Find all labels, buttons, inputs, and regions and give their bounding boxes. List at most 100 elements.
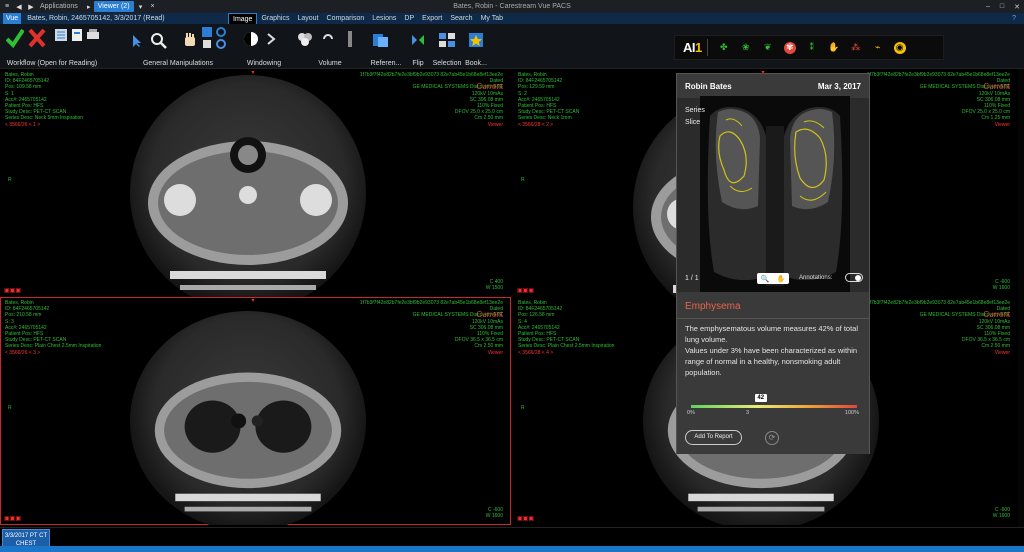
maximize-icon[interactable]: □ <box>1000 3 1004 11</box>
menu-layout[interactable]: Layout <box>293 13 322 24</box>
refresh-icon[interactable]: ⟳ <box>765 431 779 445</box>
ai-settings-icon[interactable]: ◉ <box>893 41 906 54</box>
study-date-label: 3/3/2017 PT CT <box>4 533 48 539</box>
lung-nodule-icon[interactable]: ✤ <box>718 42 730 54</box>
image-tools: 🔍 ✋ <box>757 273 789 284</box>
lung-emphysema-icon[interactable]: ✾ <box>783 41 796 54</box>
figure-icon[interactable] <box>342 30 358 48</box>
scroll-icon[interactable] <box>202 27 212 37</box>
current-label: Current <box>476 82 503 91</box>
tab-dropdown-icon[interactable]: ▾ <box>136 1 146 12</box>
overlay-r1: 1f7b3f7f42e82b7fe2e3bf9b2e93073 82e7ab45… <box>866 72 1010 78</box>
window-preset-icon[interactable] <box>266 32 276 46</box>
vue-menu[interactable]: Vue <box>3 13 22 24</box>
window-values: C 400 W 1500 <box>486 279 503 291</box>
pane-top-handle[interactable]: ▾ <box>252 69 255 76</box>
help-icon[interactable]: ? <box>1012 15 1016 22</box>
window-values: C -600 W 1600 <box>993 279 1010 291</box>
stack-icon[interactable] <box>202 39 212 49</box>
back-icon[interactable]: ◀ <box>14 1 24 12</box>
add-to-report-button[interactable]: Add To Report <box>685 430 742 445</box>
bone-icon[interactable]: ⌁ <box>872 42 884 54</box>
window-level-icon[interactable] <box>242 30 260 48</box>
tab-close-icon[interactable]: × <box>148 1 158 12</box>
app-menu-icon[interactable]: ≡ <box>2 1 12 12</box>
finding-card: Emphysema The emphysematous volume measu… <box>677 292 869 454</box>
brain-icon[interactable]: ❀ <box>740 42 752 54</box>
pane-tool-icons[interactable]: ▣▣▣ <box>4 515 21 522</box>
ribbon-label-workflow: Workflow (Open for Reading) <box>6 60 98 67</box>
liver-icon[interactable]: ❦ <box>762 42 774 54</box>
menu-dp[interactable]: DP <box>400 13 418 24</box>
overlay-viewer-label: Viewer <box>994 121 1010 128</box>
menu-my-tab[interactable]: My Tab <box>477 13 507 24</box>
annotations-toggle[interactable] <box>845 273 863 282</box>
spine-icon[interactable]: ⁑ <box>806 42 818 54</box>
overlay-series-nav[interactable]: < 3566/28 < 4 > <box>518 350 614 356</box>
reference-icon[interactable] <box>372 32 390 48</box>
report-icon[interactable] <box>70 28 84 42</box>
pane-tool-icons[interactable]: ▣▣▣ <box>517 515 534 522</box>
window-center: C -600 <box>487 506 503 513</box>
overlay-right: 1f7b3f7f42e82b7fe2e3bf9b2e93073 82e7ab45… <box>867 300 1010 356</box>
applications-arrow-icon[interactable]: ▸ <box>84 1 94 12</box>
overlay-series-nav[interactable]: < 3566/26 < 3 > <box>5 350 101 356</box>
overlay-series-nav[interactable]: < 3566/26 < 1 > <box>5 122 83 128</box>
print-icon[interactable] <box>86 28 100 42</box>
minimize-icon[interactable]: – <box>986 3 990 11</box>
popup-series-label: Series <box>685 107 705 114</box>
window-center: C -600 <box>994 506 1010 513</box>
selection-group: Selection <box>432 24 462 69</box>
pane-tool-icons[interactable]: ▣▣▣ <box>517 287 534 294</box>
selection-icon[interactable] <box>438 32 456 48</box>
headphones-icon[interactable] <box>322 30 334 46</box>
checkmark-icon[interactable] <box>6 28 24 48</box>
menu-export[interactable]: Export <box>418 13 446 24</box>
orientation-marker: R <box>521 177 525 183</box>
menu-graphics[interactable]: Graphics <box>257 13 293 24</box>
tab-applications[interactable]: Applications <box>36 1 82 12</box>
ct-slice-image <box>130 311 366 525</box>
menu-image[interactable]: Image <box>228 13 258 24</box>
bookmark-star-icon[interactable] <box>468 32 484 48</box>
flip-icon[interactable] <box>410 32 426 48</box>
forward-icon[interactable]: ▶ <box>26 1 36 12</box>
viewport-1[interactable]: Bates, Robin ID: 84F2465705142 Pos: 109.58… <box>0 69 511 297</box>
volume-render-icon[interactable] <box>296 30 314 48</box>
pointer-icon[interactable] <box>130 34 144 48</box>
ai1-logo: AI1 <box>683 40 702 55</box>
ai1-separator <box>706 39 708 56</box>
kidney-icon[interactable]: ⁂ <box>850 42 862 54</box>
tab-viewer[interactable]: Viewer (2) <box>93 1 134 12</box>
menu-bar: Vue Bates, Robin, 2465705142, 3/3/2017 (… <box>0 13 1024 24</box>
current-label: Current <box>476 310 503 319</box>
hand-icon[interactable]: ✋ <box>828 42 840 54</box>
annotations-label: Annotations: <box>799 275 833 281</box>
finding-reference-text: Values under 3% have been characterized … <box>685 346 858 377</box>
ai1-toolbar: AI1 ✤ ❀ ❦ ✾ ⁑ ✋ ⁂ ⌁ ◉ <box>674 35 944 60</box>
ai-results-popup: Robin Bates Mar 3, 2017 Series Slice 1 /… <box>676 73 870 454</box>
magnifier-icon[interactable] <box>150 32 168 50</box>
right-scrollbar[interactable] <box>1018 69 1024 527</box>
menu-lesions[interactable]: Lesions <box>368 13 400 24</box>
close-icon[interactable]: ✕ <box>1014 3 1020 11</box>
menu-search[interactable]: Search <box>446 13 476 24</box>
rotate-icon[interactable] <box>216 27 226 37</box>
window-width: W 1600 <box>992 512 1010 519</box>
overlay-series-nav[interactable]: < 3566/28 < 2 > <box>518 122 579 128</box>
sync-icon[interactable] <box>216 39 226 49</box>
viewport-3[interactable]: Bates, Robin ID: 84F2465705142 Pos: 210.58… <box>0 297 511 525</box>
overlay-l8: Series Desc: Neck 1mm <box>518 115 572 122</box>
overlay-viewer-label: Viewer <box>994 349 1010 356</box>
toggle-knob <box>855 275 861 281</box>
menu-comparison[interactable]: Comparison <box>323 13 369 24</box>
zoom-icon[interactable]: 🔍 <box>761 275 770 283</box>
worklist-icon[interactable] <box>54 28 68 42</box>
window-center: C -600 <box>994 278 1010 285</box>
pan-icon[interactable]: ✋ <box>777 275 786 283</box>
pane-tool-icons[interactable]: ▣▣▣ <box>4 287 21 294</box>
pan-hand-icon[interactable] <box>182 32 198 48</box>
pane-top-handle[interactable]: ▾ <box>252 297 255 304</box>
reject-x-icon[interactable] <box>28 28 46 48</box>
window-width: W 1600 <box>485 512 503 519</box>
